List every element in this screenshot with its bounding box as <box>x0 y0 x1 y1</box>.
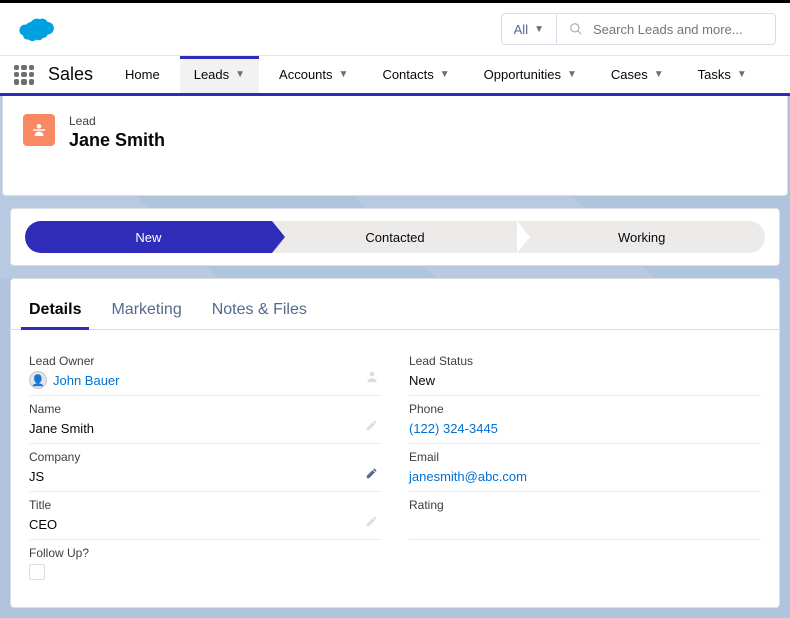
field-name: Name Jane Smith <box>29 396 381 444</box>
salesforce-logo[interactable] <box>14 14 56 44</box>
nav-item-cases[interactable]: Cases ▼ <box>597 56 678 93</box>
field-value <box>409 515 761 533</box>
search-scope-selector[interactable]: All ▼ <box>502 14 557 44</box>
lead-path: New Contacted Working <box>25 221 765 253</box>
email-link[interactable]: janesmith@abc.com <box>409 469 527 484</box>
field-rating: Rating <box>409 492 761 540</box>
field-label: Phone <box>409 402 761 416</box>
nav-item-opportunities[interactable]: Opportunities ▼ <box>470 56 591 93</box>
field-title: Title CEO <box>29 492 381 540</box>
field-value: (122) 324-3445 <box>409 419 761 437</box>
phone-link[interactable]: (122) 324-3445 <box>409 421 498 436</box>
app-launcher[interactable]: Sales <box>14 56 93 93</box>
field-label: Title <box>29 498 381 512</box>
field-value: CEO <box>29 515 381 533</box>
field-label: Lead Owner <box>29 354 381 368</box>
nav-item-leads[interactable]: Leads ▼ <box>180 56 259 93</box>
global-search: All ▼ <box>501 13 776 45</box>
chevron-down-icon: ▼ <box>534 24 544 35</box>
global-header: All ▼ <box>0 0 790 56</box>
chevron-down-icon: ▼ <box>654 69 664 80</box>
field-label: Email <box>409 450 761 464</box>
tab-marketing[interactable]: Marketing <box>111 293 181 329</box>
field-column-right: Lead Status New Phone (122) 324-3445 Ema… <box>409 348 761 587</box>
path-stage-contacted[interactable]: Contacted <box>272 221 519 253</box>
field-value: janesmith@abc.com <box>409 467 761 485</box>
field-label: Name <box>29 402 381 416</box>
field-phone: Phone (122) 324-3445 <box>409 396 761 444</box>
app-launcher-icon <box>14 65 34 85</box>
field-company: Company JS <box>29 444 381 492</box>
detail-card: Details Marketing Notes & Files Lead Own… <box>10 278 780 608</box>
record-title-block: Lead Jane Smith <box>69 114 165 151</box>
field-column-left: Lead Owner 👤 John Bauer Name Jane Smith <box>29 348 381 587</box>
nav-item-accounts[interactable]: Accounts ▼ <box>265 56 362 93</box>
chevron-down-icon: ▼ <box>339 69 349 80</box>
field-value: 👤 John Bauer <box>29 371 381 389</box>
search-input[interactable] <box>593 22 763 37</box>
app-name: Sales <box>48 64 93 85</box>
search-box[interactable] <box>557 14 775 44</box>
nav-item-contacts[interactable]: Contacts ▼ <box>368 56 463 93</box>
avatar-icon: 👤 <box>29 371 47 389</box>
record-header-region: Lead Jane Smith <box>0 96 790 196</box>
edit-icon[interactable] <box>365 514 379 531</box>
field-value <box>29 563 381 581</box>
field-value: New <box>409 371 761 389</box>
field-label: Company <box>29 450 381 464</box>
follow-up-checkbox[interactable] <box>29 564 45 580</box>
record-tabs: Details Marketing Notes & Files <box>11 293 779 330</box>
field-lead-status: Lead Status New <box>409 348 761 396</box>
field-label: Follow Up? <box>29 546 381 560</box>
change-owner-icon[interactable] <box>365 370 379 387</box>
field-value: Jane Smith <box>29 419 381 437</box>
field-lead-owner: Lead Owner 👤 John Bauer <box>29 348 381 396</box>
record-header: Lead Jane Smith <box>2 96 788 196</box>
lead-owner-link[interactable]: John Bauer <box>53 373 120 388</box>
field-follow-up: Follow Up? <box>29 540 381 587</box>
field-email: Email janesmith@abc.com <box>409 444 761 492</box>
detail-region: Details Marketing Notes & Files Lead Own… <box>0 278 790 618</box>
field-label: Lead Status <box>409 354 761 368</box>
chevron-down-icon: ▼ <box>440 69 450 80</box>
path-stage-working[interactable]: Working <box>518 221 765 253</box>
field-columns: Lead Owner 👤 John Bauer Name Jane Smith <box>11 330 779 587</box>
path-stage-new[interactable]: New <box>25 221 272 253</box>
tab-notes-files[interactable]: Notes & Files <box>212 293 307 329</box>
search-scope-label: All <box>514 22 528 37</box>
field-label: Rating <box>409 498 761 512</box>
chevron-down-icon: ▼ <box>235 69 245 80</box>
nav-item-home[interactable]: Home <box>111 56 174 93</box>
chevron-down-icon: ▼ <box>737 69 747 80</box>
tab-details[interactable]: Details <box>29 293 81 329</box>
record-name: Jane Smith <box>69 130 165 151</box>
edit-icon[interactable] <box>365 418 379 435</box>
path-region: New Contacted Working <box>0 196 790 278</box>
chevron-down-icon: ▼ <box>567 69 577 80</box>
edit-icon[interactable] <box>365 466 379 483</box>
path-card: New Contacted Working <box>10 208 780 266</box>
field-value: JS <box>29 467 381 485</box>
search-icon <box>569 22 583 36</box>
nav-bar: Sales Home Leads ▼ Accounts ▼ Contacts ▼… <box>0 56 790 96</box>
object-label: Lead <box>69 114 165 128</box>
lead-entity-icon <box>23 114 55 146</box>
nav-item-tasks[interactable]: Tasks ▼ <box>684 56 761 93</box>
